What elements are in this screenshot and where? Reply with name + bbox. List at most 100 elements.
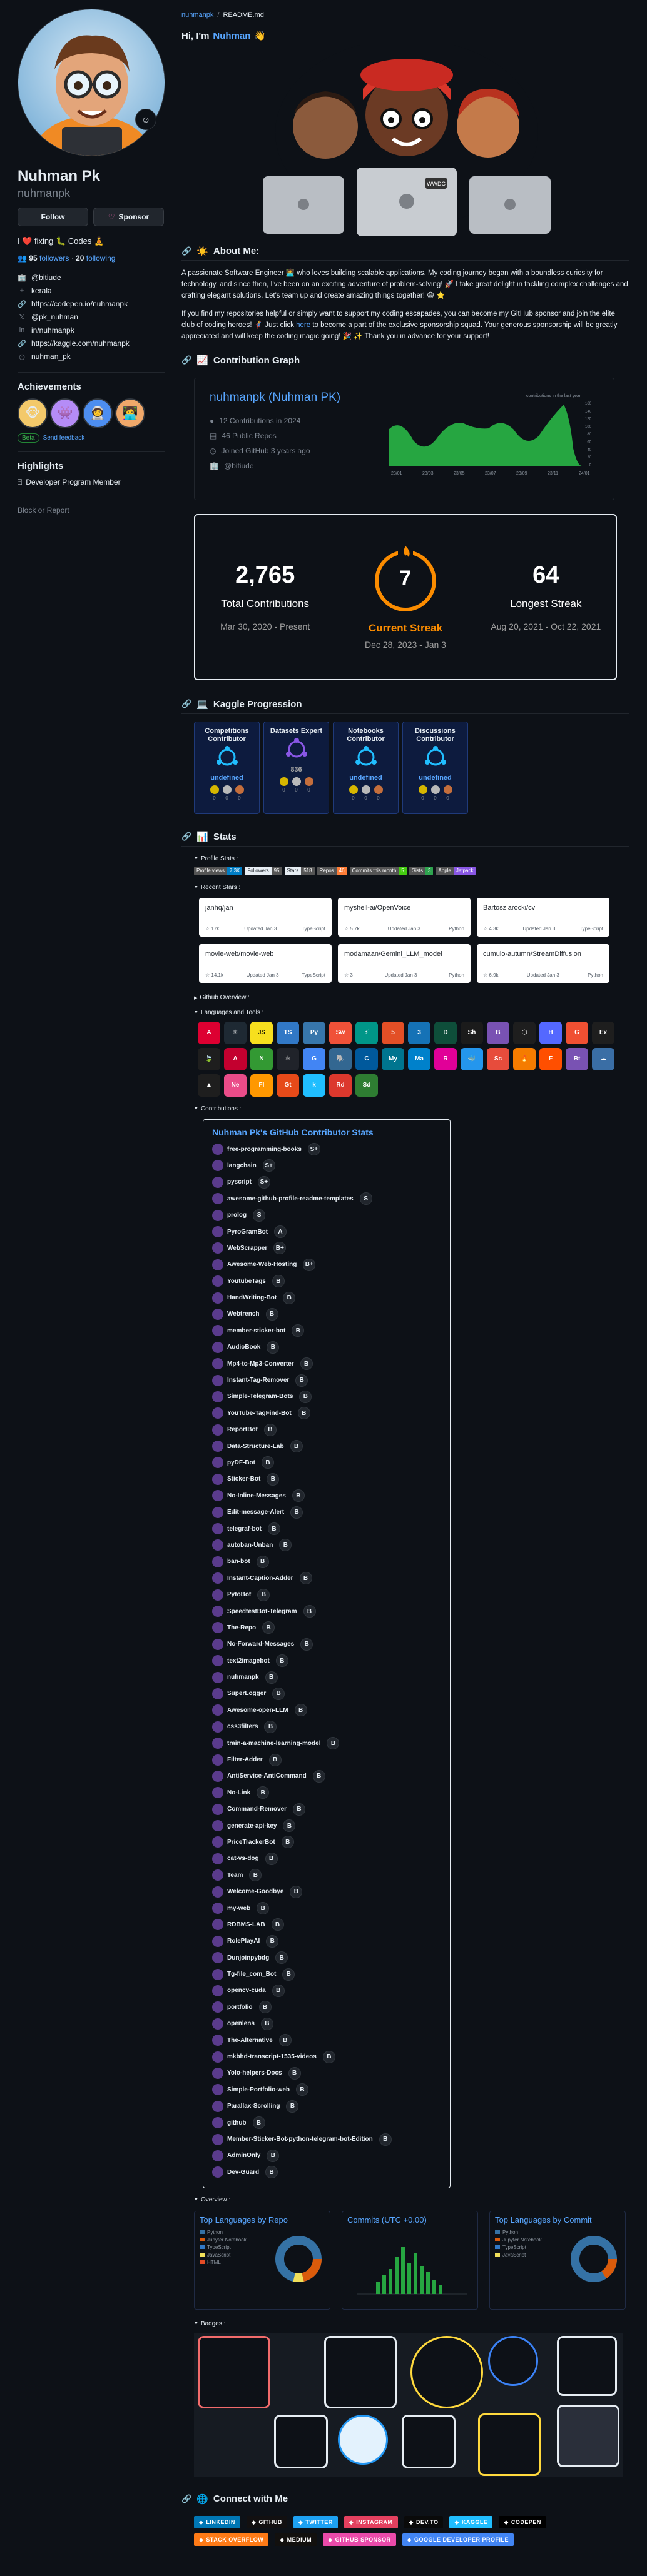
contribution-row[interactable]: langchain S+ bbox=[212, 1157, 441, 1174]
kaggle-card[interactable]: Notebooks Contributor undefined 0 0 0 bbox=[333, 721, 399, 814]
anchor-link-icon[interactable]: 🔗 bbox=[181, 246, 191, 256]
contribution-row[interactable]: Welcome-Goodbye B bbox=[212, 1883, 441, 1899]
contribution-row[interactable]: AntiService-AntiCommand B bbox=[212, 1768, 441, 1784]
github-stats-card[interactable]: nuhmanpk (Nuhman PK) ● 12 Contributions i… bbox=[194, 377, 614, 500]
connect-github-sponsor-badge[interactable]: ◆ GITHUB SPONSOR bbox=[323, 2533, 396, 2547]
tool-icon[interactable]: R bbox=[434, 1047, 457, 1070]
tool-icon[interactable]: ▲ bbox=[198, 1074, 220, 1097]
tool-icon[interactable]: 🐳 bbox=[461, 1047, 483, 1070]
commits-card[interactable]: Commits (UTC +0.00) bbox=[342, 2211, 478, 2310]
tool-icon[interactable]: ☁ bbox=[592, 1047, 614, 1070]
profile-link[interactable]: ◎ nuhman_pk bbox=[18, 350, 165, 363]
tool-icon[interactable]: D bbox=[434, 1021, 457, 1044]
details-summary[interactable]: ▼ Recent Stars : bbox=[194, 883, 629, 893]
achievement-badge[interactable]: 🧑‍🚀 bbox=[83, 398, 113, 428]
top-languages-commit-card[interactable]: Top Languages by Commit Python Jupyter No… bbox=[489, 2211, 626, 2310]
contribution-row[interactable]: Parallax-Scrolling B bbox=[212, 2098, 441, 2115]
tool-icon[interactable]: ⬡ bbox=[513, 1021, 536, 1044]
contributions-details[interactable]: ▼ Contributions : Nuhman Pk's GitHub Cont… bbox=[194, 1104, 629, 2189]
profile-link[interactable]: in in/nuhmanpk bbox=[18, 324, 165, 337]
stat-shield[interactable]: Gists 3 bbox=[409, 866, 434, 875]
contribution-row[interactable]: PyroGramBot A bbox=[212, 1224, 441, 1240]
tool-icon[interactable]: Ne bbox=[224, 1074, 247, 1097]
kaggle-card[interactable]: Discussions Contributor undefined 0 0 0 bbox=[402, 721, 468, 814]
badge-card[interactable] bbox=[402, 2415, 456, 2469]
contribution-row[interactable]: Dunjoinpybdg B bbox=[212, 1950, 441, 1966]
contribution-row[interactable]: pyscript S+ bbox=[212, 1174, 441, 1190]
details-summary[interactable]: ▼ Languages and Tools : bbox=[194, 1008, 629, 1018]
contribution-row[interactable]: Awesome-open-LLM B bbox=[212, 1702, 441, 1718]
tool-icon[interactable]: G bbox=[303, 1047, 325, 1070]
badges-details[interactable]: ▼ Badges : bbox=[194, 2318, 629, 2328]
achievement-badge[interactable]: 🐵 bbox=[18, 398, 48, 428]
contribution-row[interactable]: Member-Sticker-Bot-python-telegram-bot-E… bbox=[212, 2131, 441, 2147]
contribution-row[interactable]: my-web B bbox=[212, 1900, 441, 1916]
contribution-row[interactable]: css3filters B bbox=[212, 1719, 441, 1735]
tool-icon[interactable]: Sc bbox=[487, 1047, 509, 1070]
tool-icon[interactable]: 🔥 bbox=[513, 1047, 536, 1070]
following-link[interactable]: 20 following bbox=[76, 254, 115, 263]
connect-twitter-badge[interactable]: ◆ TWITTER bbox=[293, 2516, 338, 2529]
contribution-row[interactable]: member-sticker-bot B bbox=[212, 1322, 441, 1339]
tool-icon[interactable]: F bbox=[539, 1047, 562, 1070]
contribution-row[interactable]: Data-Structure-Lab B bbox=[212, 1438, 441, 1454]
status-emoji-button[interactable]: ☺ bbox=[135, 109, 156, 130]
streak-card[interactable]: 2,765 Total Contributions Mar 30, 2020 -… bbox=[194, 513, 617, 680]
contribution-row[interactable]: generate-api-key B bbox=[212, 1818, 441, 1834]
contribution-row[interactable]: The-Repo B bbox=[212, 1619, 441, 1636]
repo-card[interactable]: janhq/jan ☆ 17k Updated Jan 3 TypeScript bbox=[199, 897, 332, 937]
tool-icon[interactable]: C bbox=[355, 1047, 378, 1070]
contribution-row[interactable]: No-Inline-Messages B bbox=[212, 1487, 441, 1504]
tool-icon[interactable]: Sh bbox=[461, 1021, 483, 1044]
contribution-row[interactable]: Simple-Portfolio-web B bbox=[212, 2081, 441, 2098]
contribution-row[interactable]: YoutubeTags B bbox=[212, 1273, 441, 1289]
contribution-row[interactable]: telegraf-bot B bbox=[212, 1521, 441, 1537]
top-languages-repo-card[interactable]: Top Languages by Repo Python Jupyter Note… bbox=[194, 2211, 330, 2310]
followers-link[interactable]: 95 followers bbox=[29, 254, 69, 263]
tool-icon[interactable]: Bt bbox=[566, 1047, 588, 1070]
contribution-row[interactable]: prolog S bbox=[212, 1207, 441, 1223]
connect-instagram-badge[interactable]: ◆ INSTAGRAM bbox=[344, 2516, 398, 2529]
details-summary[interactable]: ▼ Overview : bbox=[194, 2195, 629, 2205]
participant-badge[interactable] bbox=[557, 2405, 619, 2468]
tool-icon[interactable]: TS bbox=[277, 1021, 299, 1044]
contribution-row[interactable]: Instant-Tag-Remover B bbox=[212, 1372, 441, 1388]
contribution-row[interactable]: AdminOnly B bbox=[212, 2148, 441, 2164]
stat-shield[interactable]: Stars 518 bbox=[284, 866, 315, 875]
badge-card[interactable] bbox=[478, 2413, 541, 2477]
contributor-stats-card[interactable]: Nuhman Pk's GitHub Contributor Stats fre… bbox=[203, 1119, 451, 2189]
github-overview-details[interactable]: ▶ Github Overview : bbox=[194, 993, 629, 1003]
contribution-row[interactable]: Filter-Adder B bbox=[212, 1751, 441, 1768]
connect-stack-overflow-badge[interactable]: ◆ STACK OVERFLOW bbox=[194, 2533, 269, 2547]
block-report-link[interactable]: Block or Report bbox=[18, 506, 69, 515]
tool-icon[interactable]: Fl bbox=[250, 1074, 273, 1097]
connect-dev-to-badge[interactable]: ◆ DEV.TO bbox=[404, 2516, 444, 2529]
badge-card[interactable] bbox=[274, 2415, 328, 2469]
connect-medium-badge[interactable]: ◆ MEDIUM bbox=[275, 2533, 317, 2547]
contribution-row[interactable]: ban-bot B bbox=[212, 1554, 441, 1570]
badge-card[interactable] bbox=[488, 2336, 538, 2387]
tool-icon[interactable]: My bbox=[382, 1047, 404, 1070]
contribution-row[interactable]: SuperLogger B bbox=[212, 1686, 441, 1702]
tool-icon[interactable]: H bbox=[539, 1021, 562, 1044]
contribution-row[interactable]: Simple-Telegram-Bots B bbox=[212, 1389, 441, 1405]
tool-icon[interactable]: Ma bbox=[408, 1047, 430, 1070]
stat-shield[interactable]: Profile views 7.3K bbox=[194, 866, 243, 875]
tool-icon[interactable]: ⚛ bbox=[277, 1047, 299, 1070]
languages-details[interactable]: ▼ Languages and Tools : A ⚛ JS TS Py Sw ⚡ 5 3 D Sh B… bbox=[194, 1008, 629, 1097]
profile-link[interactable]: ⌖ kerala bbox=[18, 284, 165, 298]
stat-shield[interactable]: Repos 46 bbox=[317, 866, 347, 875]
contribution-row[interactable]: Sticker-Bot B bbox=[212, 1471, 441, 1487]
follow-button[interactable]: Follow bbox=[18, 207, 88, 226]
details-summary[interactable]: ▼ Badges : bbox=[194, 2318, 629, 2328]
stat-shield[interactable]: Apple Jetpack bbox=[436, 866, 476, 875]
readme-user-link[interactable]: nuhmanpk bbox=[181, 11, 213, 19]
contribution-row[interactable]: Team B bbox=[212, 1867, 441, 1883]
contribution-row[interactable]: Mp4-to-Mp3-Converter B bbox=[212, 1356, 441, 1372]
contribution-row[interactable]: github B bbox=[212, 2115, 441, 2131]
kaggle-card[interactable]: Competitions Contributor undefined 0 0 0 bbox=[194, 721, 260, 814]
anchor-link-icon[interactable]: 🔗 bbox=[181, 699, 191, 709]
contribution-row[interactable]: PriceTrackerBot B bbox=[212, 1834, 441, 1850]
repo-card[interactable]: cumulo-autumn/StreamDiffusion ☆ 6.9k Updat… bbox=[477, 943, 609, 983]
contribution-row[interactable]: Tg-file_com_Bot B bbox=[212, 1966, 441, 1982]
